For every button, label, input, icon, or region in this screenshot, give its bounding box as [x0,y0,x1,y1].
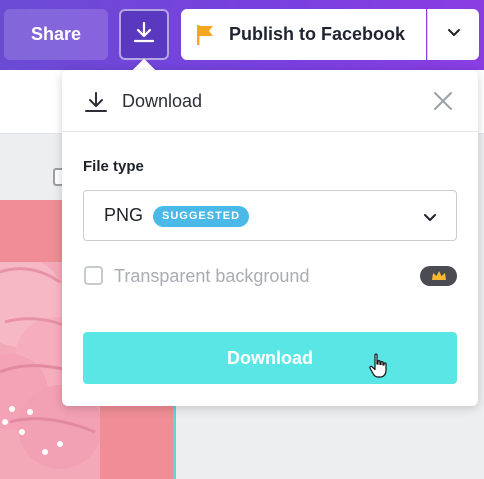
close-icon[interactable] [433,91,453,116]
transparent-background-checkbox[interactable] [84,266,103,285]
download-panel: Download File type PNG SUGGESTED Transpa… [62,70,478,406]
file-type-select[interactable]: PNG SUGGESTED [83,190,457,241]
publish-to-facebook-button[interactable]: Publish to Facebook [181,9,426,60]
download-panel-title: Download [122,91,203,111]
download-icon [132,20,156,49]
publish-button-label: Publish to Facebook [229,24,406,44]
file-type-label: File type [83,158,144,175]
hand-cursor-icon [368,353,390,384]
download-button[interactable]: Download [83,332,457,384]
share-button-label: Share [30,24,82,44]
download-icon [84,90,108,119]
crown-icon [420,266,457,286]
chevron-down-icon [446,24,462,45]
file-type-value: PNG [104,205,144,225]
chevron-down-icon [422,209,438,230]
publish-options-dropdown[interactable] [427,9,479,60]
download-button-label: Download [227,347,313,368]
share-button[interactable]: Share [4,9,108,60]
download-panel-header: Download [62,70,478,132]
suggested-badge: SUGGESTED [153,206,250,227]
download-toolbar-button[interactable] [119,9,169,60]
top-bar: Share Publish to Facebook [0,0,484,70]
flag-icon [193,23,217,47]
transparent-background-label: Transparent background [114,266,310,286]
